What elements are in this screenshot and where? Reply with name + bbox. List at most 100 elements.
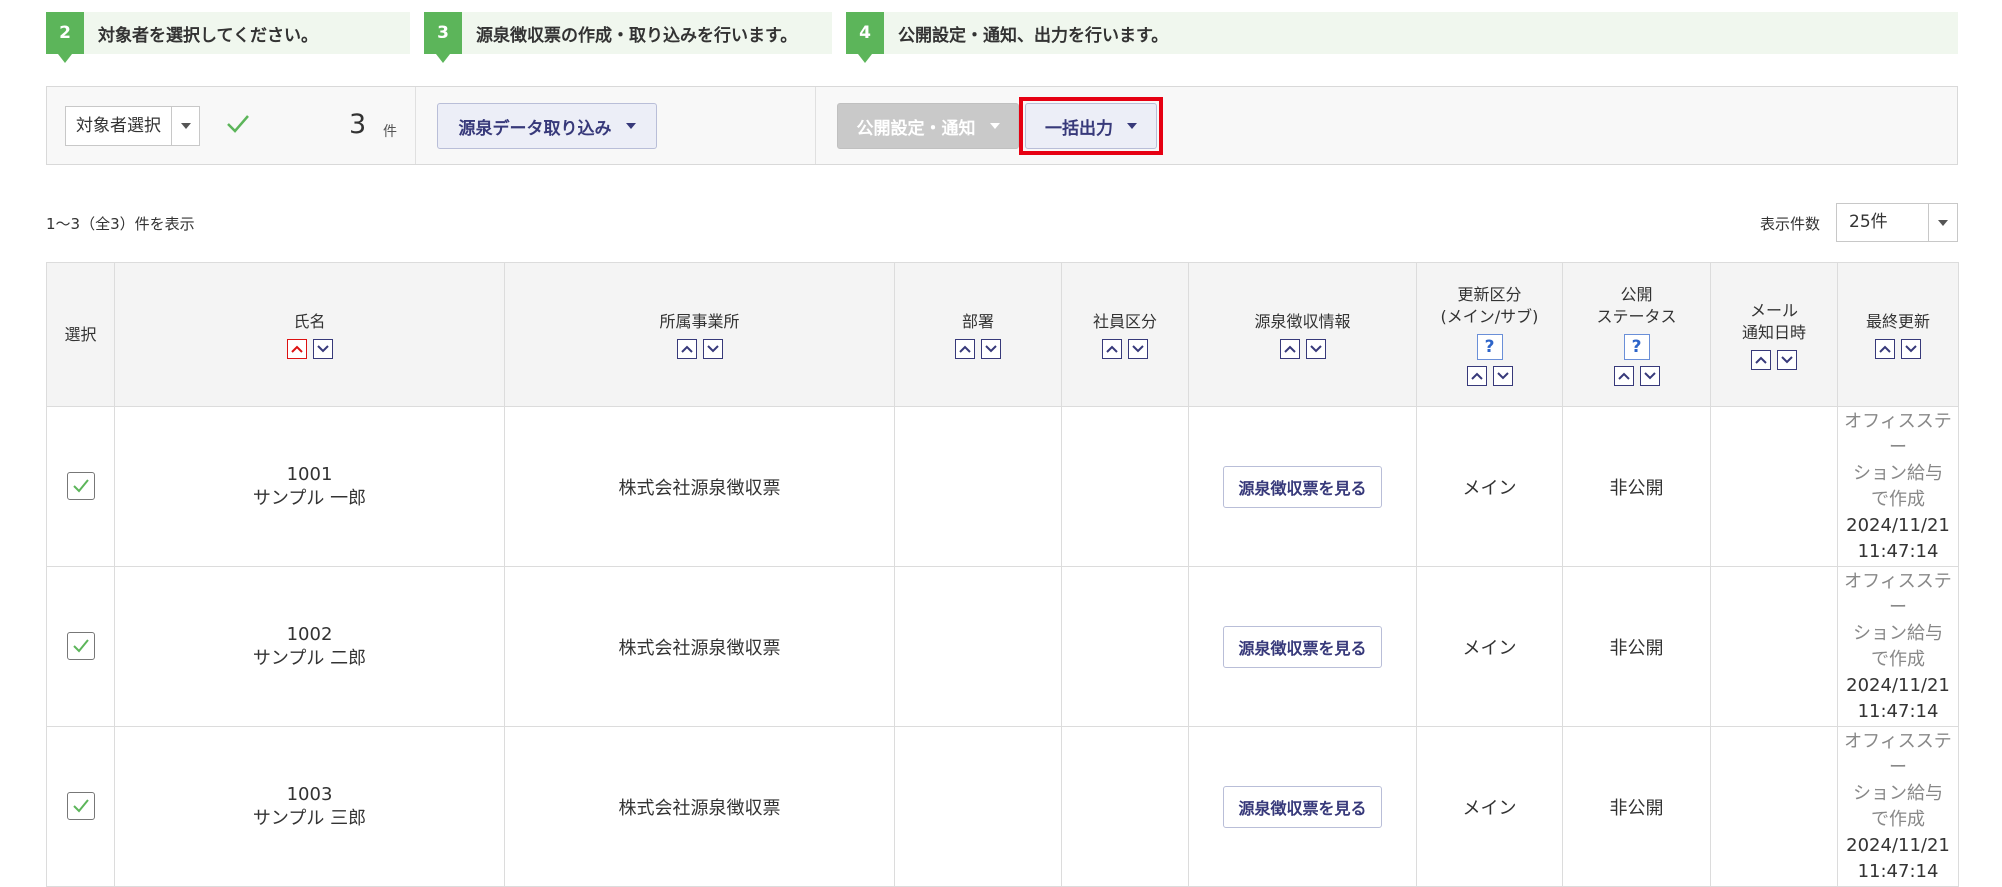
publish-notify-button[interactable]: 公開設定・通知 — [837, 103, 1019, 149]
chevron-up-icon — [1617, 372, 1630, 380]
highlight-frame — [1019, 97, 1163, 155]
sort-asc-button[interactable] — [1102, 338, 1122, 359]
update-source: オフィスステー — [1844, 730, 1952, 778]
col-employee-type: 社員区分 — [1061, 262, 1189, 407]
view-withholding-button[interactable]: 源泉徴収票を見る — [1223, 625, 1382, 668]
update-source: で作成 — [1871, 808, 1925, 830]
per-page-select[interactable]: 25件 — [1836, 203, 1958, 242]
update-source: で作成 — [1871, 648, 1925, 670]
update-source: ション給与 — [1853, 462, 1943, 484]
col-dept: 部署 — [894, 262, 1062, 407]
per-page-label: 表示件数 — [1760, 215, 1821, 233]
sort-asc-button[interactable] — [1466, 365, 1487, 386]
col-withholding-info: 源泉徴収情報 — [1188, 262, 1417, 407]
select-cell — [46, 726, 115, 887]
col-label: 源泉徴収情報 — [1254, 311, 1351, 331]
col-update-type: 更新区分 (メイン/サブ) ? — [1416, 262, 1563, 407]
publish-status-cell: 非公開 — [1562, 726, 1711, 887]
withholding-cell: 源泉徴収票を見る — [1188, 566, 1417, 727]
sort-desc-button[interactable] — [1492, 365, 1513, 386]
step-number: 2 — [46, 12, 84, 63]
sort-desc-button[interactable] — [1639, 365, 1660, 386]
chevron-down-icon — [1938, 219, 1948, 226]
col-label: 公開 — [1620, 284, 1653, 304]
divider — [415, 87, 416, 164]
table-row: 1003 サンプル 三郎 株式会社源泉徴収票 源泉徴収票を見る メイン 非公開 … — [46, 726, 1959, 887]
view-withholding-button[interactable]: 源泉徴収票を見る — [1223, 785, 1382, 828]
last-update-cell: オフィスステー ション給与 で作成 2024/11/21 11:47:14 — [1837, 726, 1959, 887]
step-2: 2 対象者を選択してください。 — [46, 12, 410, 63]
chevron-down-icon — [1309, 344, 1322, 352]
step-4: 4 公開設定・通知、出力を行います。 — [846, 12, 1958, 63]
sort-asc-button[interactable] — [955, 338, 975, 359]
sort-desc-button[interactable] — [1901, 338, 1921, 359]
col-label-sub: 通知日時 — [1741, 322, 1806, 342]
chevron-down-icon — [706, 344, 719, 352]
target-select-label[interactable]: 対象者選択 — [66, 107, 172, 145]
target-select-dropdown[interactable]: 対象者選択 — [65, 106, 200, 146]
office-cell: 株式会社源泉徴収票 — [504, 406, 895, 567]
col-label: 氏名 — [293, 311, 326, 331]
withholding-cell: 源泉徴収票を見る — [1188, 406, 1417, 567]
step-text: 公開設定・通知、出力を行います。 — [898, 25, 1169, 46]
office-cell: 株式会社源泉徴収票 — [504, 726, 895, 887]
per-page-value[interactable]: 25件 — [1837, 204, 1929, 241]
table-row: 1002 サンプル 二郎 株式会社源泉徴収票 源泉徴収票を見る メイン 非公開 … — [46, 566, 1959, 727]
chevron-up-icon — [959, 345, 971, 353]
sort-asc-button[interactable] — [1751, 349, 1771, 370]
update-time: 11:47:14 — [1857, 700, 1939, 722]
check-icon — [227, 115, 249, 133]
col-label: 選択 — [64, 324, 97, 344]
chevron-down-icon — [180, 123, 191, 129]
select-cell — [46, 406, 115, 567]
check-icon — [72, 479, 89, 493]
sort-desc-button[interactable] — [1305, 338, 1326, 359]
mail-notify-cell — [1710, 566, 1838, 727]
col-label: 最終更新 — [1865, 311, 1930, 331]
update-type-cell: メイン — [1416, 406, 1563, 567]
col-last-update: 最終更新 — [1837, 262, 1959, 407]
employee-name: サンプル 三郎 — [252, 807, 367, 829]
target-select-toggle[interactable] — [172, 107, 199, 145]
col-label: 社員区分 — [1092, 311, 1157, 331]
sort-desc-button[interactable] — [312, 338, 333, 359]
row-checkbox[interactable] — [66, 472, 95, 500]
chevron-down-icon — [1643, 371, 1656, 379]
sort-asc-button[interactable] — [1875, 338, 1895, 359]
select-cell — [46, 566, 115, 727]
sort-desc-button[interactable] — [702, 338, 723, 359]
dept-cell — [894, 566, 1062, 727]
update-date: 2024/11/21 — [1846, 674, 1950, 696]
publish-status-cell: 非公開 — [1562, 406, 1711, 567]
sort-asc-button[interactable] — [1279, 338, 1300, 359]
view-withholding-button[interactable]: 源泉徴収票を見る — [1223, 465, 1382, 508]
chevron-up-icon — [290, 345, 303, 353]
row-checkbox[interactable] — [66, 792, 95, 820]
employee-id: 1003 — [286, 783, 333, 805]
import-data-button[interactable]: 源泉データ取り込み — [437, 103, 657, 149]
withholding-cell: 源泉徴収票を見る — [1188, 726, 1417, 887]
sort-asc-button[interactable] — [1613, 365, 1634, 386]
per-page-toggle[interactable] — [1929, 204, 1957, 241]
sort-desc-button[interactable] — [1128, 338, 1148, 359]
sort-desc-button[interactable] — [1777, 349, 1797, 370]
chevron-up-icon — [1283, 345, 1296, 353]
table-header-row: 選択 氏名 所属事業所 部署 社員区分 源泉徴収情報 更新区分 (メイン/サブ)… — [46, 262, 1959, 407]
sort-desc-button[interactable] — [981, 338, 1001, 359]
update-date: 2024/11/21 — [1846, 514, 1950, 536]
chevron-down-icon — [316, 344, 329, 352]
update-time: 11:47:14 — [1857, 540, 1939, 562]
chevron-down-icon — [1132, 344, 1144, 352]
employee-type-cell — [1061, 726, 1189, 887]
row-checkbox[interactable] — [66, 632, 95, 660]
sort-asc-button[interactable] — [676, 338, 697, 359]
help-icon[interactable]: ? — [1476, 333, 1503, 360]
divider — [815, 87, 816, 164]
sort-asc-button[interactable] — [286, 338, 307, 359]
update-source: ション給与 — [1853, 622, 1943, 644]
help-icon[interactable]: ? — [1623, 333, 1650, 360]
check-icon — [72, 799, 89, 813]
step-number: 4 — [846, 12, 884, 63]
employee-name: サンプル 二郎 — [252, 647, 367, 669]
chevron-up-icon — [1879, 345, 1891, 353]
